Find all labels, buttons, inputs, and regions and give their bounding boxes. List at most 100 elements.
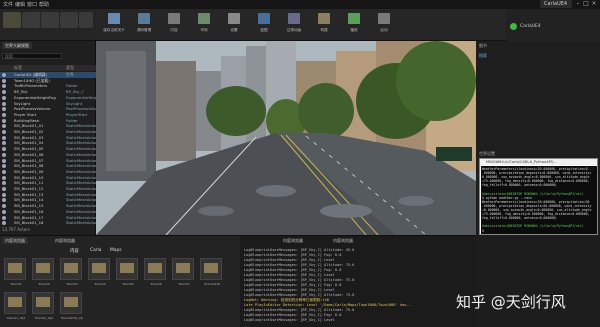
asset-tile[interactable]: Town05	[116, 258, 138, 286]
asset-label: Town02	[38, 282, 50, 286]
eye-icon[interactable]	[2, 198, 6, 203]
outliner-row[interactable]: SM_Block01_18 StaticMeshActor	[0, 220, 96, 226]
eye-icon[interactable]	[2, 175, 6, 180]
crumb-content[interactable]: 内容	[70, 248, 79, 254]
asset-label: Town03	[66, 282, 78, 286]
eye-icon[interactable]	[2, 164, 6, 169]
map-thumbnail-icon	[64, 263, 78, 273]
eye-icon[interactable]	[2, 135, 6, 140]
outliner-search-input[interactable]: 搜索...	[2, 53, 62, 59]
minimize-icon[interactable]: –	[574, 0, 582, 8]
map-thumbnail-icon	[204, 263, 218, 273]
level-viewport[interactable]	[96, 41, 476, 235]
eye-icon[interactable]	[2, 73, 6, 77]
eye-icon[interactable]	[2, 158, 6, 163]
eye-icon[interactable]	[2, 95, 6, 100]
content-browser-tab[interactable]: 内容浏览器	[2, 237, 28, 244]
eye-icon[interactable]	[2, 204, 6, 209]
eye-icon[interactable]	[2, 101, 6, 106]
log-line: LogBlueprintUserMessages: [BP_Sky_C] Alt…	[244, 278, 355, 282]
asset-tile[interactable]: Town10HD_Opt	[60, 292, 83, 320]
eye-icon[interactable]	[2, 141, 6, 146]
content-browser: 内容浏览器 内容浏览器 内容 Carla Maps Town01 Town02 To…	[0, 235, 240, 327]
eye-icon[interactable]	[2, 112, 6, 117]
map-thumbnail-icon	[8, 263, 22, 273]
world-settings-tab[interactable]: 世界设置	[479, 151, 495, 157]
eye-icon[interactable]	[2, 152, 6, 157]
place-mode-icon[interactable]	[3, 12, 21, 28]
asset-tile[interactable]: Town02_Opt	[32, 292, 54, 320]
blueprints-button[interactable]: 蓝图	[250, 11, 278, 39]
eye-icon[interactable]	[2, 147, 6, 152]
level-tab[interactable]: CarlaUE4	[540, 0, 572, 8]
asset-tile[interactable]: Town04	[88, 258, 110, 286]
content-button[interactable]: 内容	[160, 11, 188, 39]
log-tab[interactable]: 内容浏览器	[280, 237, 306, 244]
marketplace-button[interactable]: 市场	[190, 11, 218, 39]
paint-mode-icon[interactable]	[22, 12, 40, 28]
eye-icon[interactable]	[2, 209, 6, 214]
cinematics-button[interactable]: 过场动画	[280, 11, 308, 39]
geometry-mode-icon[interactable]	[79, 12, 93, 28]
map-thumbnail-icon	[64, 297, 78, 307]
terminal-window[interactable]: MINGW64:/c/Carla/CARLA_PythonAPI/... Wea…	[479, 158, 598, 235]
crumb-carla[interactable]: Carla	[90, 248, 101, 253]
details-tab[interactable]: 细节	[479, 43, 487, 49]
eye-icon[interactable]	[2, 215, 6, 220]
asset-tile[interactable]: Town06	[144, 258, 166, 286]
close-icon[interactable]: ×	[590, 0, 598, 8]
menu-bar: 文件 编辑 窗口 帮助	[0, 0, 600, 9]
launch-button[interactable]: 启动	[370, 11, 398, 39]
eye-icon[interactable]	[2, 192, 6, 197]
content-icon	[168, 13, 180, 24]
foliage-mode-icon[interactable]	[60, 12, 78, 28]
world-outliner: 世界大纲视图 搜索... 标签 类型 CarlaUE4 (编辑器) 世界 Town1…	[0, 41, 96, 235]
eye-icon[interactable]	[2, 181, 6, 186]
eye-icon[interactable]	[2, 187, 6, 191]
eye-icon[interactable]	[2, 118, 6, 123]
eye-icon[interactable]	[2, 124, 6, 129]
play-button[interactable]: 播放	[340, 11, 368, 39]
maximize-icon[interactable]: □	[582, 0, 590, 8]
asset-label: Town01	[10, 282, 22, 286]
menu-edit[interactable]: 编辑	[15, 1, 25, 8]
outliner-tab[interactable]: 世界大纲视图	[2, 42, 32, 49]
asset-tile[interactable]: Town02	[32, 258, 54, 286]
menu-file[interactable]: 文件	[3, 1, 13, 8]
eye-icon[interactable]	[2, 90, 6, 95]
eye-icon[interactable]	[2, 107, 6, 112]
menu-window[interactable]: 窗口	[27, 1, 37, 8]
asset-label: Town02_Opt	[34, 316, 54, 320]
user-name: CarlaUE4	[520, 24, 541, 29]
asset-label: Town06	[150, 282, 162, 286]
source-control-icon	[138, 13, 150, 24]
terminal-line: $	[482, 228, 484, 233]
asset-tile[interactable]: Town10HD	[200, 258, 222, 286]
eye-icon[interactable]	[2, 130, 6, 134]
outliner-header: 标签 类型	[0, 65, 96, 71]
build-button[interactable]: 构建	[310, 11, 338, 39]
menu-help[interactable]: 帮助	[39, 1, 49, 8]
save-button[interactable]: 保存当前关卡	[100, 11, 128, 39]
log-line: Late PlayInEditor Detection: Level '/Gam…	[244, 303, 413, 307]
asset-tile[interactable]: Town01_Opt	[4, 292, 26, 320]
content-browser-tab-2[interactable]: 内容浏览器	[52, 237, 78, 244]
crumb-maps[interactable]: Maps	[110, 248, 122, 253]
save-icon	[108, 13, 120, 24]
log-line: LogBlueprintUserMessages: [BP_Sky_C] Lev…	[244, 258, 335, 262]
asset-tile[interactable]: Town03	[60, 258, 82, 286]
settings-button[interactable]: 设置	[220, 11, 248, 39]
eye-icon[interactable]	[2, 169, 6, 174]
source-control-button[interactable]: 源码管理	[130, 11, 158, 39]
asset-tile[interactable]: Town07	[172, 258, 194, 286]
log-tab-2[interactable]: 内容浏览器	[330, 237, 356, 244]
asset-tile[interactable]: Town01	[4, 258, 26, 286]
modes-panel	[0, 9, 96, 41]
eye-icon[interactable]	[2, 84, 6, 89]
eye-icon[interactable]	[2, 78, 6, 83]
terminal-title: MINGW64:/c/Carla/CARLA_PythonAPI/...	[480, 159, 597, 165]
details-search[interactable]: 搜索	[479, 53, 487, 59]
landscape-mode-icon[interactable]	[41, 12, 59, 28]
eye-icon[interactable]	[2, 221, 6, 226]
actor-count: 13,797 Actors	[2, 227, 30, 232]
